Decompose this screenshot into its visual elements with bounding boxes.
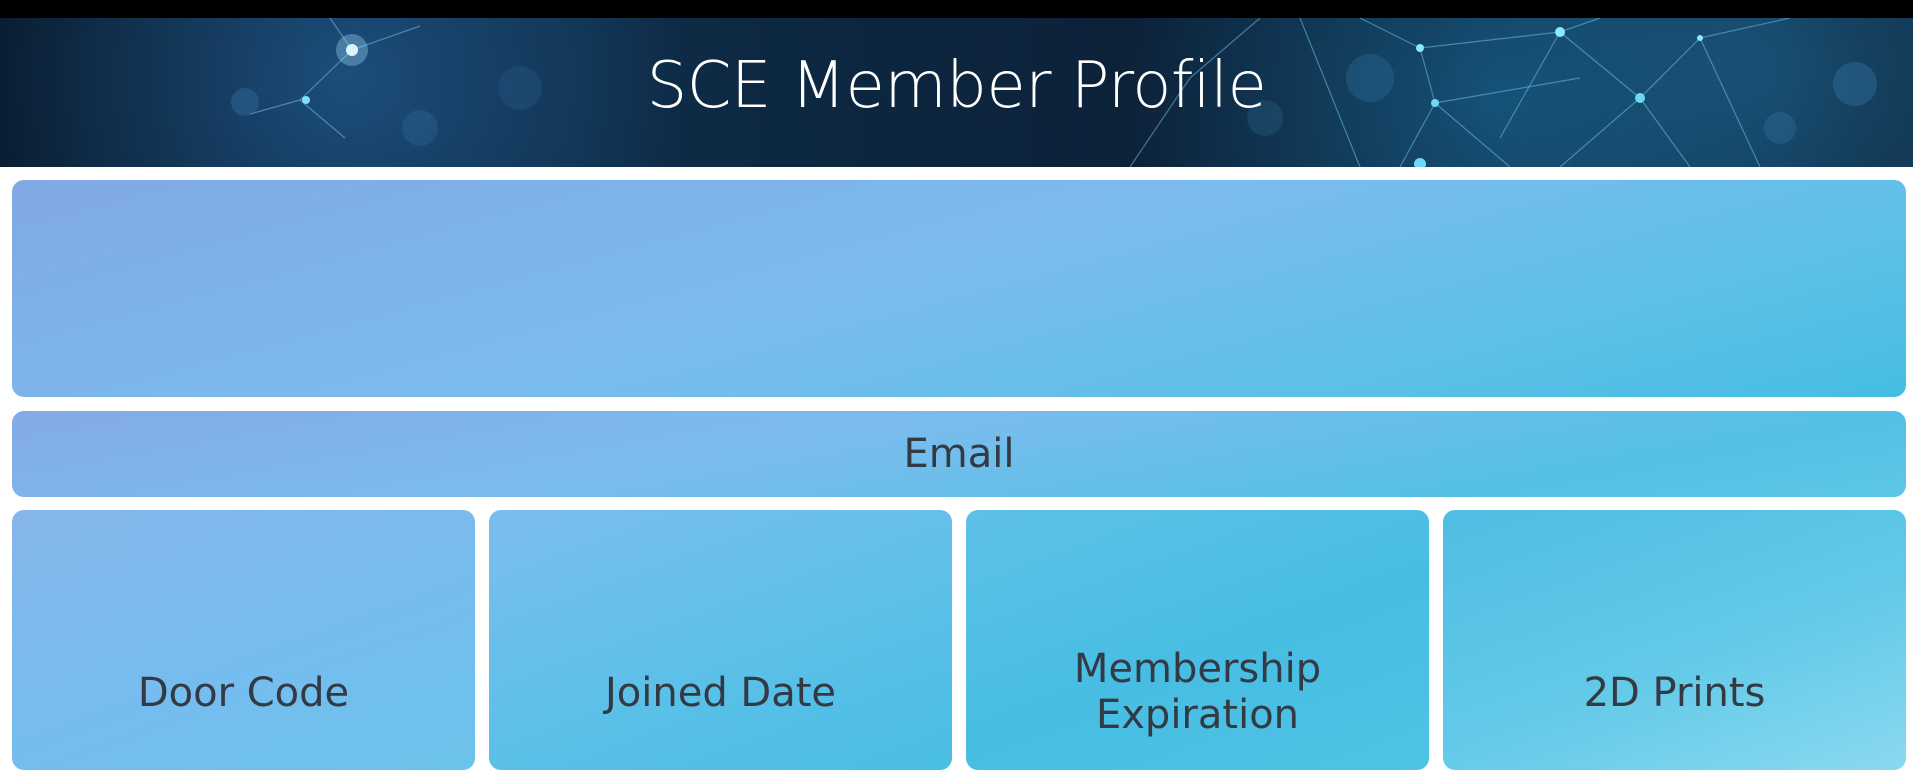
membership-expiration-card: Membership Expiration bbox=[966, 510, 1429, 770]
email-label: Email bbox=[903, 431, 1015, 477]
joined-date-card: Joined Date bbox=[489, 510, 952, 770]
joined-date-label: Joined Date bbox=[604, 670, 837, 716]
email-card: Email bbox=[12, 411, 1906, 497]
membership-expiration-label-line1: Membership bbox=[1073, 646, 1322, 692]
2d-prints-card: 2D Prints bbox=[1443, 510, 1906, 770]
door-code-card: Door Code bbox=[12, 510, 475, 770]
header-banner: SCE Member Profile bbox=[0, 18, 1913, 167]
membership-expiration-label-line2: Expiration bbox=[1095, 692, 1300, 738]
browser-top-bar bbox=[0, 0, 1913, 18]
membership-expiration-label: Membership Expiration bbox=[966, 646, 1429, 738]
profile-banner-card bbox=[12, 180, 1906, 397]
2d-prints-label: 2D Prints bbox=[1583, 670, 1766, 716]
door-code-label: Door Code bbox=[137, 670, 350, 716]
page-title: SCE Member Profile bbox=[646, 49, 1267, 123]
